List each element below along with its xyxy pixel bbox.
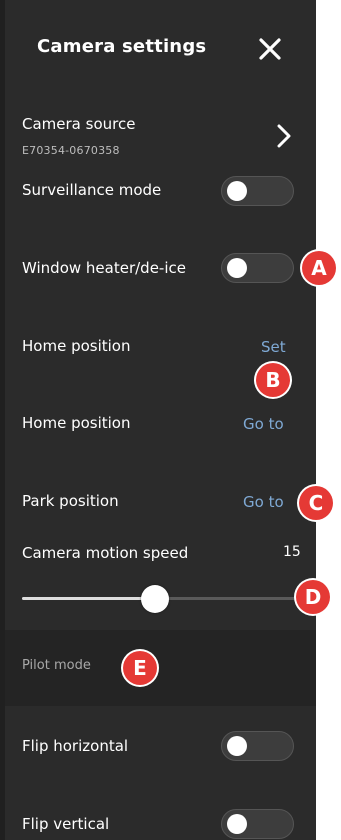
park-position-goto-button[interactable]: Go to bbox=[243, 493, 284, 511]
pilot-mode-heading: Pilot mode bbox=[22, 658, 91, 673]
flip-vertical-label: Flip vertical bbox=[22, 815, 110, 833]
page-title: Camera settings bbox=[37, 36, 207, 57]
home-position-set-button[interactable]: Set bbox=[261, 338, 286, 356]
window-heater-toggle[interactable] bbox=[221, 253, 294, 283]
toggle-knob bbox=[227, 181, 247, 201]
slider-thumb[interactable] bbox=[141, 585, 170, 613]
callout-d: D bbox=[296, 580, 330, 614]
panel-edge bbox=[0, 0, 5, 840]
flip-vertical-toggle[interactable] bbox=[221, 809, 294, 839]
toggle-knob bbox=[227, 736, 247, 756]
chevron-right-icon[interactable] bbox=[276, 123, 292, 149]
callout-c: C bbox=[299, 486, 333, 520]
callout-a: A bbox=[302, 251, 336, 285]
motion-speed-slider[interactable] bbox=[22, 585, 306, 613]
home-position-label: Home position bbox=[22, 337, 131, 355]
motion-speed-label: Camera motion speed bbox=[22, 544, 189, 562]
flip-horizontal-toggle[interactable] bbox=[221, 731, 294, 761]
toggle-knob bbox=[227, 814, 247, 834]
camera-settings-panel: Camera settings Camera source E70354-067… bbox=[0, 0, 316, 840]
close-icon[interactable] bbox=[258, 37, 282, 61]
callout-e: E bbox=[123, 651, 157, 685]
toggle-knob bbox=[227, 258, 247, 278]
surveillance-mode-toggle[interactable] bbox=[221, 176, 294, 206]
window-heater-label: Window heater/de-ice bbox=[22, 259, 186, 277]
home-position-goto-label: Home position bbox=[22, 414, 131, 432]
slider-fill bbox=[22, 597, 156, 600]
surveillance-mode-label: Surveillance mode bbox=[22, 181, 162, 199]
camera-source-id: E70354-0670358 bbox=[22, 144, 120, 157]
camera-source-label[interactable]: Camera source bbox=[22, 115, 135, 133]
park-position-label: Park position bbox=[22, 492, 119, 510]
motion-speed-value: 15 bbox=[283, 544, 301, 560]
flip-horizontal-label: Flip horizontal bbox=[22, 737, 129, 755]
home-position-goto-button[interactable]: Go to bbox=[243, 415, 284, 433]
callout-b: B bbox=[256, 363, 290, 397]
